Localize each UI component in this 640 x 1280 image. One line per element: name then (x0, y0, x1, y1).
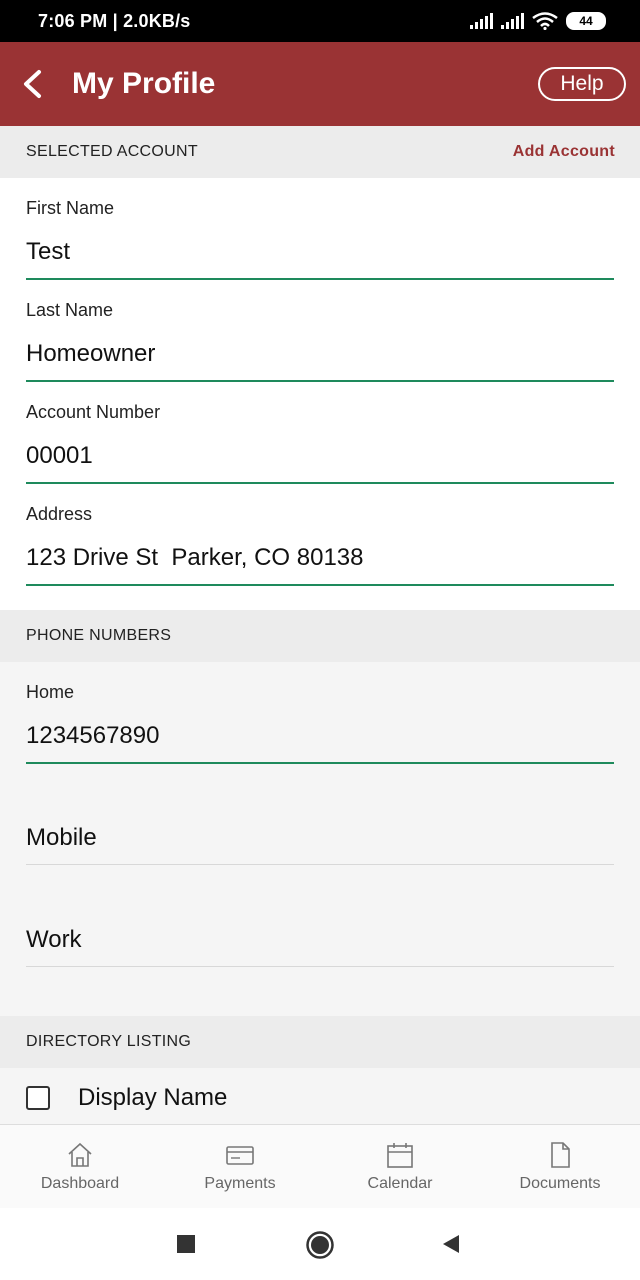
first-name-field[interactable]: First Name Test (0, 178, 640, 280)
field-value: 123 Drive St Parker, CO 80138 (26, 544, 364, 571)
home-phone-field[interactable]: Home 1234567890 (0, 662, 640, 764)
wifi-icon (532, 12, 558, 30)
home-icon (68, 1142, 92, 1167)
page-title: My Profile (72, 67, 216, 100)
account-number-field[interactable]: Account Number 00001 (0, 382, 640, 484)
home-button-icon[interactable] (305, 1230, 335, 1260)
field-label: Address (26, 504, 93, 524)
field-value: 1234567890 (26, 722, 160, 749)
recent-apps-icon[interactable] (176, 1234, 196, 1254)
status-icons: 44 (470, 12, 606, 30)
status-time: 7:06 PM | 2.0KB/s (38, 10, 191, 31)
calendar-icon (387, 1142, 413, 1168)
add-account-link[interactable]: Add Account (513, 143, 615, 161)
back-button[interactable] (4, 42, 60, 126)
field-underline (26, 864, 614, 865)
address-field[interactable]: Address 123 Drive St Parker, CO 80138 (0, 484, 640, 586)
section-title: SELECTED ACCOUNT (26, 143, 198, 160)
phone-numbers-header: PHONE NUMBERS (0, 610, 640, 662)
field-label: First Name (26, 198, 115, 218)
chevron-left-icon (24, 70, 41, 98)
app-bar: My Profile Help (0, 42, 640, 126)
battery-icon: 44 (566, 12, 606, 30)
nav-label: Calendar (367, 1174, 433, 1192)
selected-account-header: SELECTED ACCOUNT Add Account (0, 126, 640, 178)
nav-calendar[interactable]: Calendar (320, 1125, 480, 1208)
mobile-placeholder: Mobile (26, 824, 97, 851)
nav-label: Dashboard (40, 1174, 120, 1192)
display-name-option[interactable]: Display Name (26, 1084, 227, 1112)
section-title: PHONE NUMBERS (26, 627, 172, 644)
battery-level: 44 (579, 14, 593, 28)
field-underline (26, 584, 614, 586)
nav-label: Documents (519, 1174, 601, 1192)
back-triangle-icon[interactable] (440, 1233, 462, 1255)
field-label: Home (26, 682, 75, 702)
display-name-checkbox[interactable] (26, 1086, 50, 1110)
nav-label: Payments (204, 1174, 276, 1192)
work-phone-field[interactable]: Work (0, 866, 640, 968)
work-placeholder: Work (26, 926, 82, 953)
status-bar: 7:06 PM | 2.0KB/s 44 (0, 0, 640, 42)
field-label: Account Number (26, 402, 161, 422)
field-label: Last Name (26, 300, 114, 320)
field-value: Test (26, 238, 71, 265)
signal-icon-2 (501, 13, 524, 29)
directory-listing-header: DIRECTORY LISTING (0, 1016, 640, 1068)
checkbox-label: Display Name (78, 1084, 228, 1111)
last-name-field[interactable]: Last Name Homeowner (0, 280, 640, 382)
mobile-phone-field[interactable]: Mobile (0, 764, 640, 866)
help-button[interactable]: Help (538, 67, 626, 101)
field-underline (26, 966, 614, 967)
section-title: DIRECTORY LISTING (26, 1033, 192, 1050)
system-navigation-bar (0, 1208, 640, 1280)
field-value: Homeowner (26, 340, 156, 367)
credit-card-icon (226, 1145, 254, 1165)
nav-dashboard[interactable]: Dashboard (0, 1125, 160, 1208)
nav-payments[interactable]: Payments (160, 1125, 320, 1208)
field-value: 00001 (26, 442, 93, 469)
document-icon (551, 1141, 570, 1168)
bottom-navigation: Dashboard Payments Calendar Documents (0, 1124, 640, 1208)
signal-icon (470, 13, 493, 29)
nav-documents[interactable]: Documents (480, 1125, 640, 1208)
